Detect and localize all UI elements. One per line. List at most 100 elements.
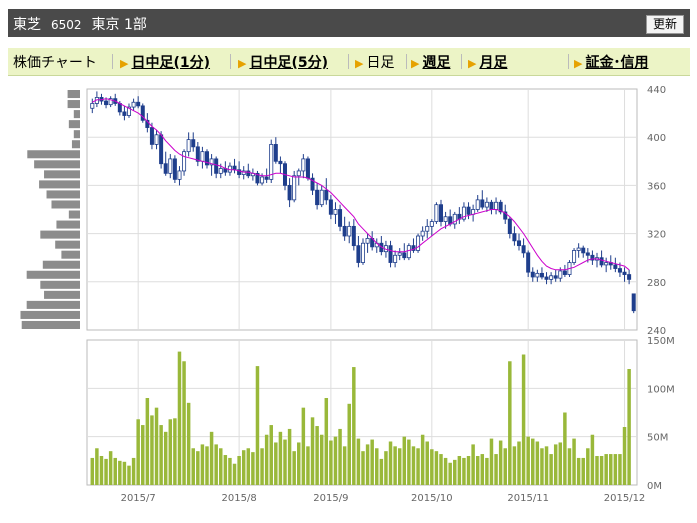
volume-bar bbox=[443, 457, 448, 485]
candle-body bbox=[544, 276, 549, 280]
volume-bar bbox=[127, 465, 131, 485]
candle-body bbox=[159, 134, 164, 165]
candle-body bbox=[136, 101, 141, 107]
candle-body bbox=[131, 101, 136, 108]
candle-body bbox=[535, 272, 540, 278]
volume-bar bbox=[287, 428, 292, 485]
candle-body bbox=[356, 245, 361, 263]
candle-body bbox=[425, 225, 430, 232]
volume-bar bbox=[159, 425, 163, 485]
candle-body bbox=[434, 204, 439, 222]
candle-body bbox=[512, 233, 517, 242]
volume-bar bbox=[118, 460, 122, 485]
candle-body bbox=[539, 272, 544, 278]
candle-body bbox=[296, 170, 301, 177]
volume-profile-bar bbox=[73, 110, 80, 119]
volume-bar bbox=[246, 448, 251, 485]
volume-bar bbox=[595, 456, 599, 485]
volume-bar bbox=[163, 431, 168, 485]
volume-bar bbox=[269, 425, 273, 485]
candle-body bbox=[494, 201, 499, 210]
volume-bar bbox=[260, 448, 264, 485]
candle-body bbox=[117, 103, 122, 113]
candle-body bbox=[443, 216, 448, 222]
volume-tick-label: 50M bbox=[647, 433, 668, 444]
volume-profile-bar bbox=[26, 270, 80, 279]
volume-bar bbox=[439, 454, 443, 485]
volume-bar bbox=[292, 451, 296, 485]
volume-bar bbox=[237, 456, 241, 485]
volume-bar bbox=[549, 454, 553, 485]
volume-profile-bar bbox=[44, 290, 80, 299]
candle-body bbox=[489, 201, 494, 210]
volume-bar bbox=[283, 439, 287, 485]
volume-bar bbox=[145, 398, 150, 485]
candle-body bbox=[292, 175, 297, 201]
volume-bar bbox=[563, 412, 567, 485]
candle-body bbox=[466, 206, 471, 215]
candle-body bbox=[163, 163, 168, 174]
volume-bar bbox=[586, 448, 590, 485]
date-tick-label: 2015/9 bbox=[313, 493, 348, 504]
volume-bar bbox=[264, 434, 269, 485]
volume-bar bbox=[95, 448, 99, 485]
candle-body bbox=[328, 199, 333, 215]
candle-body bbox=[416, 235, 421, 251]
candle-body bbox=[429, 221, 434, 227]
date-tick-label: 2015/11 bbox=[507, 493, 549, 504]
volume-bar bbox=[173, 418, 177, 485]
candle-body bbox=[214, 158, 219, 174]
candle-body bbox=[576, 247, 581, 251]
candle-body bbox=[218, 168, 223, 174]
candle-body bbox=[572, 250, 577, 263]
price-tick-label: 320 bbox=[647, 230, 666, 241]
volume-bar bbox=[241, 450, 246, 485]
candle-body bbox=[420, 230, 425, 237]
volume-bar bbox=[393, 446, 397, 485]
volume-bar bbox=[475, 456, 480, 485]
volume-bar bbox=[333, 436, 338, 485]
candle-body bbox=[287, 184, 292, 201]
volume-bar bbox=[131, 457, 136, 485]
volume-profile-bar bbox=[46, 190, 80, 199]
candle-body bbox=[122, 111, 127, 116]
volume-bar bbox=[141, 425, 145, 485]
candle-body bbox=[438, 204, 444, 222]
date-tick-label: 2015/12 bbox=[604, 493, 646, 504]
volume-bar bbox=[136, 419, 140, 485]
volume-bar bbox=[581, 457, 585, 485]
volume-profile-bar bbox=[39, 180, 80, 189]
volume-bar bbox=[540, 448, 544, 485]
candle-body bbox=[338, 209, 343, 227]
volume-bar bbox=[618, 454, 622, 485]
volume-bar bbox=[278, 431, 283, 485]
candle-body bbox=[305, 158, 310, 179]
volume-bar bbox=[572, 438, 576, 485]
volume-bar bbox=[177, 351, 182, 485]
candle-body bbox=[347, 225, 352, 237]
volume-tick-label: 150M bbox=[647, 336, 675, 347]
volume-bar bbox=[553, 444, 558, 485]
volume-profile-bar bbox=[42, 260, 80, 269]
candle-body bbox=[484, 201, 489, 208]
volume-bar bbox=[430, 449, 434, 485]
volume-bar bbox=[402, 436, 407, 485]
candle-body bbox=[480, 199, 485, 208]
volume-bar bbox=[370, 439, 374, 485]
volume-tick-label: 0M bbox=[647, 481, 662, 492]
volume-bar bbox=[329, 440, 333, 485]
candle-body bbox=[402, 252, 407, 259]
price-tick-label: 440 bbox=[647, 85, 666, 96]
candle-body bbox=[558, 270, 563, 279]
volume-bar bbox=[150, 415, 154, 485]
candle-body bbox=[627, 274, 632, 280]
volume-bar bbox=[627, 369, 631, 485]
volume-profile-bar bbox=[56, 220, 80, 229]
volume-profile-bar bbox=[27, 150, 80, 159]
volume-bar bbox=[466, 456, 471, 485]
volume-bar bbox=[255, 366, 260, 485]
candle-body bbox=[333, 209, 338, 215]
volume-profile-bar bbox=[67, 90, 80, 99]
date-tick-label: 2015/8 bbox=[222, 493, 257, 504]
candle-body bbox=[351, 225, 356, 247]
